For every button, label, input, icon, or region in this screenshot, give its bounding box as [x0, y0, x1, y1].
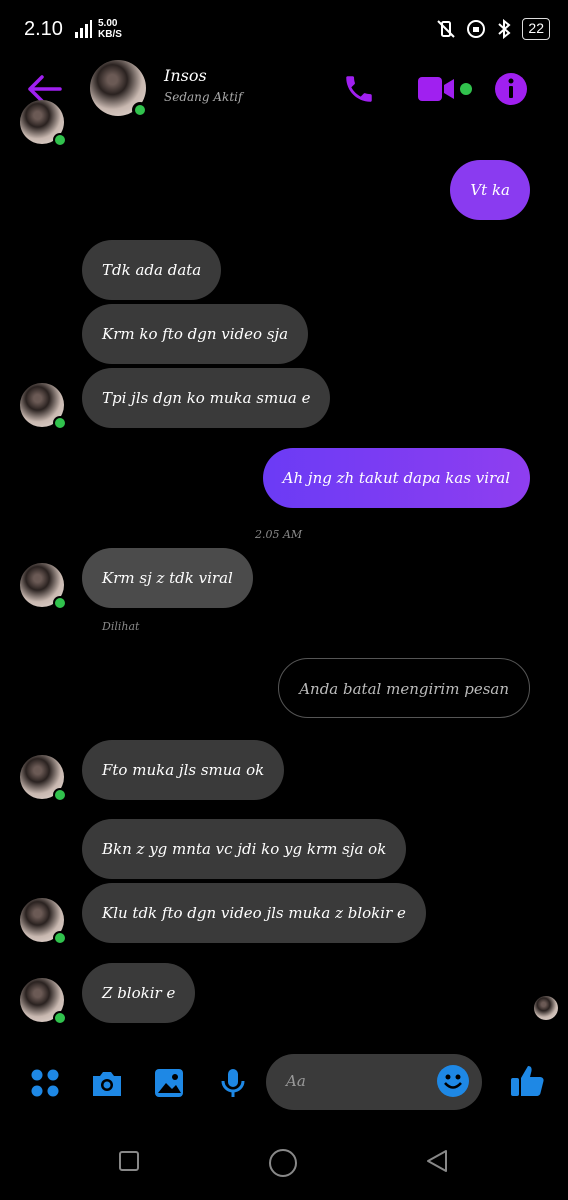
contact-avatar-small[interactable] [20, 755, 67, 802]
message-input[interactable]: Aa [266, 1054, 482, 1110]
info-icon[interactable] [494, 72, 528, 106]
message-bubble-incoming[interactable]: Z blokir e [82, 963, 196, 1023]
gallery-icon[interactable] [152, 1066, 186, 1100]
message-bubble-outgoing[interactable]: Vt ka [450, 160, 530, 220]
contact-avatar-small[interactable] [20, 978, 67, 1025]
message-bubble-incoming[interactable]: Klu tdk fto dgn video jls muka z blokir … [82, 883, 426, 943]
speed-unit: KB/S [98, 29, 122, 40]
seen-label: Dilihat [102, 620, 140, 633]
like-thumbs-up-icon[interactable] [508, 1062, 546, 1100]
contact-status: Sedang Aktif [164, 90, 243, 104]
camera-icon[interactable] [90, 1066, 124, 1100]
microphone-icon[interactable] [216, 1066, 250, 1100]
back-nav-icon[interactable] [424, 1148, 450, 1174]
contact-name[interactable]: Insos [164, 66, 207, 85]
contact-avatar-small[interactable] [20, 898, 67, 945]
network-speed: 5.00 KB/S [98, 18, 122, 40]
message-bubble-incoming[interactable]: Bkn z yg mnta vc jdi ko yg krm sja ok [82, 819, 407, 879]
video-active-dot [460, 83, 472, 95]
more-actions-icon[interactable] [28, 1066, 62, 1100]
online-indicator [53, 133, 67, 147]
message-bubble-incoming[interactable]: Fto muka jls smua ok [82, 740, 285, 800]
signal-icon [75, 20, 92, 38]
data-saver-icon [467, 20, 486, 38]
online-indicator [53, 788, 67, 802]
message-bubble-incoming[interactable]: Tdk ada data [82, 240, 222, 300]
message-bubble-incoming[interactable]: Krm ko fto dgn video sja [82, 304, 309, 364]
speed-value: 5.00 [98, 18, 118, 29]
phone-call-icon[interactable] [342, 72, 376, 106]
message-timestamp: 2.05 AM [255, 528, 303, 541]
message-input-placeholder: Aa [286, 1072, 306, 1090]
contact-avatar[interactable] [90, 60, 148, 118]
status-bar: 2.10 5.00 KB/S 22 [0, 0, 568, 60]
message-bubble-incoming[interactable]: Krm sj z tdk viral [82, 548, 253, 608]
home-icon[interactable] [268, 1148, 298, 1178]
message-bubble-outgoing[interactable]: Ah jng zh takut dapa kas viral [262, 448, 530, 508]
online-indicator [53, 596, 67, 610]
online-indicator [53, 931, 67, 945]
bluetooth-icon [498, 19, 511, 39]
emoji-icon[interactable] [436, 1064, 470, 1098]
battery-indicator: 22 [522, 18, 550, 40]
online-indicator [53, 1011, 67, 1025]
status-time: 2.10 [24, 18, 63, 40]
contact-avatar-small[interactable] [20, 383, 67, 430]
system-navigation-bar [0, 1120, 568, 1200]
video-call-icon[interactable] [416, 72, 458, 106]
seen-avatar [534, 996, 558, 1020]
online-indicator [132, 102, 148, 118]
recent-apps-icon[interactable] [118, 1150, 140, 1172]
chat-header: Insos Sedang Aktif [0, 60, 568, 130]
status-icons: 22 [436, 18, 550, 40]
online-indicator [53, 416, 67, 430]
message-composer: Aa [0, 1050, 568, 1120]
message-list[interactable]: Vt ka Tdk ada data Krm ko fto dgn video … [0, 100, 568, 1050]
unsent-message[interactable]: Anda batal mengirim pesan [278, 658, 530, 718]
contact-avatar-small [20, 100, 67, 147]
vibrate-icon [437, 20, 456, 38]
message-bubble-incoming[interactable]: Tpi jls dgn ko muka smua e [82, 368, 331, 428]
contact-avatar-small[interactable] [20, 563, 67, 610]
